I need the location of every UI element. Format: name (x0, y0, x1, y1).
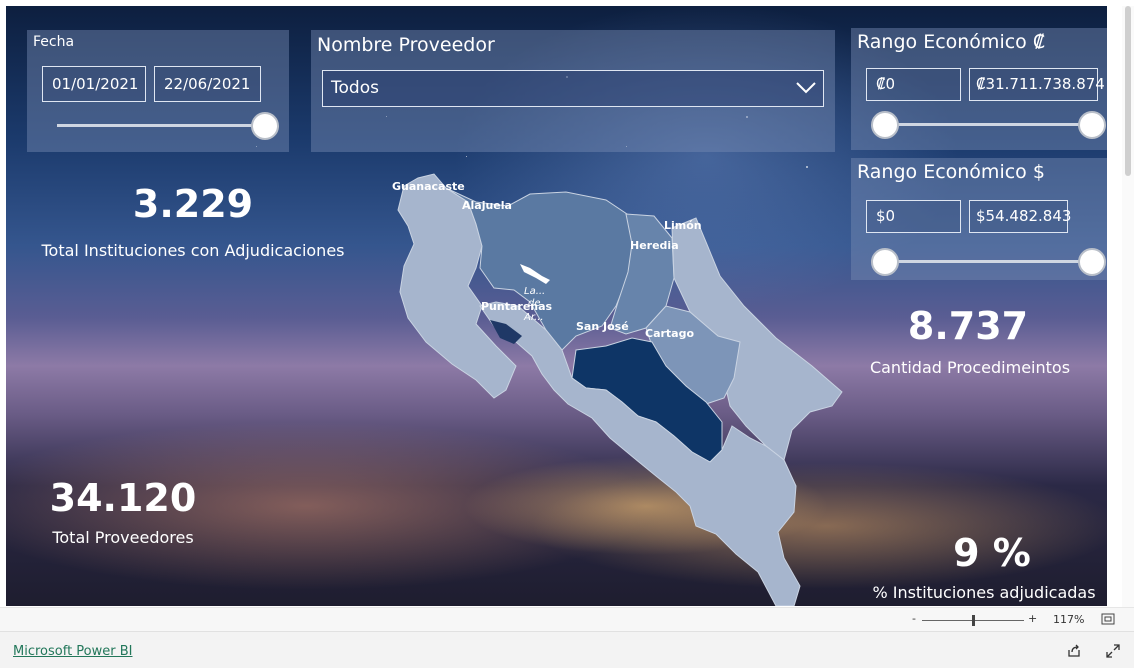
label-alajuela: Alajuela (462, 199, 512, 212)
powerbi-link[interactable]: Microsoft Power BI (13, 644, 132, 659)
zoom-slider-handle[interactable] (972, 615, 975, 626)
zoom-in-button[interactable]: + (1028, 612, 1037, 625)
fullscreen-icon[interactable] (1106, 644, 1120, 658)
label-san-jose: San José (576, 320, 629, 333)
scrollbar-thumb[interactable] (1125, 6, 1131, 176)
label-guanacaste: Guanacaste (392, 180, 465, 193)
label-lake-line2: de (528, 298, 541, 309)
zoom-bar: - + 117% (0, 607, 1134, 632)
footer: Microsoft Power BI (0, 631, 1134, 668)
label-lake-line3: Ar... (523, 312, 544, 323)
province-map: Guanacaste Alajuela Limón Heredia Puntar… (392, 173, 843, 606)
zoom-level: 117% (1053, 613, 1085, 626)
label-limon: Limón (664, 219, 702, 232)
label-cartago: Cartago (645, 327, 694, 340)
report-canvas: Fecha 01/01/2021 22/06/2021 Nombre Prove… (6, 6, 1107, 606)
label-lake-line1: La... (524, 286, 545, 297)
vertical-scrollbar[interactable] (1122, 6, 1134, 612)
fit-to-page-icon[interactable] (1101, 613, 1115, 625)
share-icon[interactable] (1067, 644, 1081, 658)
label-heredia: Heredia (630, 239, 679, 252)
zoom-out-button[interactable]: - (912, 612, 916, 625)
